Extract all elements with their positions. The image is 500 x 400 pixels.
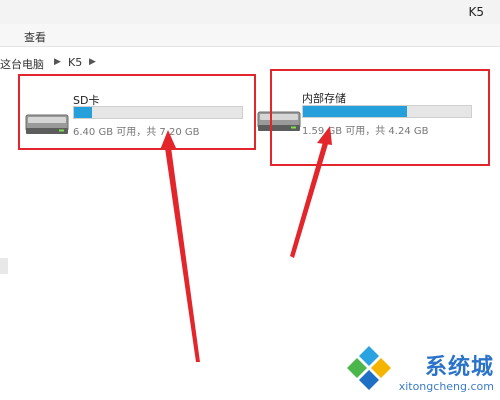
ribbon: 查看 [0,24,500,47]
usage-bar [73,106,243,119]
breadcrumb-this-pc[interactable]: 这台电脑 [0,56,44,72]
chevron-right-icon[interactable]: ▶ [54,57,61,67]
title-bar: K5 [0,0,500,24]
window-title: K5 [468,5,484,19]
watermark-text: 系统城 [424,355,494,380]
drive-space-info: 6.40 GB 可用，共 7.20 GB [73,127,200,138]
drive-icon [25,114,69,134]
watermark-url: xitongcheng.com [398,380,494,393]
drive-tile-sd-card[interactable]: SD卡 6.40 GB 可用，共 7.20 GB [18,74,256,150]
drive-icon [257,111,301,131]
address-bar[interactable]: 这台电脑 ▶ K5 ▶ [0,50,500,74]
drive-name: 内部存储 [302,92,346,105]
usage-bar-fill [303,106,408,117]
chevron-right-icon[interactable]: ▶ [89,57,96,67]
tab-view[interactable]: 查看 [24,29,46,45]
usage-bar [302,105,472,118]
drive-space-info: 1.59 GB 可用，共 4.24 GB [302,126,429,137]
usage-bar-fill [74,107,93,118]
drive-tile-internal-storage[interactable]: 内部存储 1.59 GB 可用，共 4.24 GB [248,74,490,166]
arrow-to-sd-card [165,147,200,362]
navigation-pane-edge[interactable] [0,258,8,274]
breadcrumb-k5[interactable]: K5 [68,56,82,69]
watermark-logo [347,346,391,390]
